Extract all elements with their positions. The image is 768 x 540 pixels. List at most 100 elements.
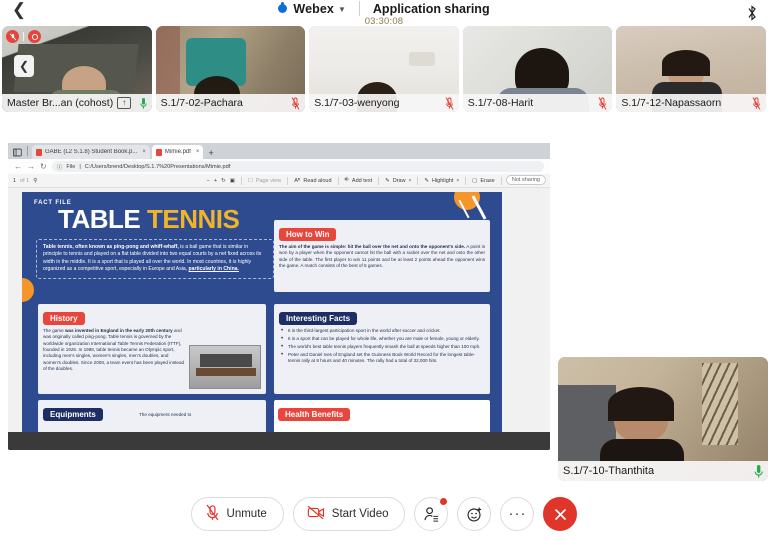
pdf-page: FACT FILE TABLE TENNIS Table tennis, oft…	[8, 188, 550, 432]
poster-title-word2: TENNIS	[146, 204, 240, 234]
draw-chevron-down-icon[interactable]: ▾	[409, 178, 412, 184]
section-body: The equipment needed to	[139, 412, 261, 418]
participant-name: S.1/7-08-Harit	[467, 97, 534, 109]
pdf-viewer-background	[8, 432, 550, 450]
participant-tile[interactable]: S.1/7-03-wenyong	[309, 26, 459, 112]
read-aloud-button[interactable]: Aᴿ Read aloud	[294, 178, 331, 184]
cohost-badge: ↑	[117, 97, 132, 109]
rotate-button[interactable]: ↻	[221, 178, 226, 184]
reaction-smiley-icon	[467, 507, 482, 522]
participant-filmstrip[interactable]: Master Br...an (cohost) ↑ ❮ S.1/7-02-Pac…	[0, 26, 768, 112]
sharing-status-badge[interactable]: Not sharing	[505, 175, 546, 185]
add-text-button[interactable]: ⎆ Add text	[345, 177, 373, 184]
back-chevron-icon[interactable]: ❮	[10, 1, 28, 19]
zoom-in-button[interactable]: +	[214, 178, 217, 184]
self-video-tile[interactable]: S.1/7-10-Thanthita	[558, 357, 768, 481]
erase-button[interactable]: ▢ Erase	[472, 178, 495, 184]
draw-button[interactable]: ✎ Draw ▾	[385, 178, 411, 184]
participant-name: S.1/7-12-Napassaorn	[621, 97, 722, 109]
start-video-button[interactable]: Start Video	[292, 497, 406, 531]
participant-tile[interactable]: Master Br...an (cohost) ↑ ❮	[2, 26, 152, 112]
ball-decoration-left	[22, 278, 34, 302]
video-torso-shape	[600, 439, 684, 461]
new-tab-button[interactable]: +	[205, 148, 216, 159]
back-icon[interactable]: ←	[14, 162, 22, 171]
participants-notification-badge	[439, 497, 449, 506]
bluetooth-icon[interactable]	[745, 4, 759, 21]
forward-icon[interactable]: →	[27, 162, 35, 171]
app-window-icon[interactable]	[10, 145, 24, 159]
section-interesting-facts: Interesting Facts It is the third-larges…	[274, 304, 490, 394]
close-icon[interactable]: ×	[142, 149, 146, 155]
participant-name: S.1/7-10-Thanthita	[563, 465, 655, 477]
muted-all-badge	[6, 30, 19, 43]
page-view-button[interactable]: ☐ Page view	[248, 178, 281, 184]
participants-button[interactable]	[414, 497, 449, 531]
mic-muted-icon	[205, 504, 220, 524]
browser-address-bar[interactable]: ← → ↻ ⓘ File | C:/Users/brend/Desktop/S.…	[8, 159, 550, 174]
browser-tab-active[interactable]: Mimie.pdf ×	[151, 145, 204, 159]
recording-badge	[28, 30, 41, 43]
reactions-button[interactable]	[457, 497, 492, 531]
section-bold-lead: The aim of the game is simple: hit the b…	[279, 244, 466, 249]
search-icon[interactable]: ⚲	[33, 178, 37, 184]
url-divider: |	[79, 163, 81, 170]
reload-icon[interactable]: ↻	[40, 162, 47, 171]
end-call-button[interactable]	[543, 497, 578, 531]
start-video-label: Start Video	[331, 508, 389, 520]
close-icon[interactable]: ×	[196, 149, 200, 155]
chevron-down-icon[interactable]: ▼	[338, 5, 346, 14]
poster-intro-underline: particularly in China.	[188, 266, 239, 273]
fit-page-icon[interactable]: ▣	[230, 178, 235, 184]
browser-tab-strip[interactable]: GABE (L2 S.1.8) Student Book.p... × Mimi…	[8, 143, 550, 159]
section-body-bold: was invented in England in the early 20t…	[64, 328, 173, 333]
shared-content-stage: GABE (L2 S.1.8) Student Book.p... × Mimi…	[0, 112, 768, 500]
pdf-toolbar[interactable]: 1 of 1 ⚲ − + ↻ ▣ ☐ Page view Aᴿ Read alo…	[8, 174, 550, 188]
highlight-button[interactable]: ✎ Highlight ▾	[424, 178, 459, 184]
participants-icon	[424, 506, 439, 522]
mic-muted-icon	[291, 96, 300, 110]
close-x-icon	[555, 508, 566, 520]
read-aloud-label: Read aloud	[303, 177, 332, 184]
poster-intro-bold: Table tennis, often known as ping-pong a…	[43, 244, 179, 250]
tile-name-bar: Master Br...an (cohost) ↑	[2, 94, 152, 112]
draw-icon: ✎	[385, 177, 390, 184]
list-item: It is the third-largest participation sp…	[279, 327, 485, 336]
pdf-page-current[interactable]: 1	[13, 178, 16, 184]
more-options-button[interactable]: ···	[500, 497, 535, 531]
meeting-title-block: Webex ▼ Application sharing 03:30:08	[278, 0, 490, 27]
unmute-label: Unmute	[226, 508, 267, 520]
list-item: It is a sport that can be played for who…	[279, 335, 485, 344]
app-name-label: Webex	[293, 1, 334, 16]
section-heading: Equipments	[43, 408, 103, 421]
highlight-label: Highlight	[431, 177, 454, 184]
tile-name-bar: S.1/7-02-Pachara	[155, 94, 306, 112]
highlight-chevron-down-icon[interactable]: ▾	[456, 178, 459, 184]
video-lattice-shape	[702, 363, 738, 445]
browser-tab-title: Mimie.pdf	[164, 149, 191, 155]
participant-name: S.1/7-02-Pachara	[160, 97, 243, 109]
mic-muted-icon	[598, 96, 607, 110]
section-health-benefits: Health Benefits	[274, 400, 490, 432]
participant-tile[interactable]: S.1/7-12-Napassaorn	[616, 26, 766, 112]
browser-tab[interactable]: GABE (L2 S.1.8) Student Book.p... ×	[32, 145, 150, 159]
tile-name-bar: S.1/7-08-Harit	[462, 94, 613, 112]
participant-tile[interactable]: S.1/7-08-Harit	[462, 26, 613, 112]
screen-title-label: Application sharing	[372, 1, 490, 16]
video-ac-shape	[409, 52, 436, 66]
unmute-button[interactable]: Unmute	[190, 497, 284, 531]
tile-name-bar: S.1/7-03-wenyong	[309, 94, 459, 112]
zoom-out-button[interactable]: −	[207, 178, 210, 184]
url-input[interactable]: ⓘ File | C:/Users/brend/Desktop/S.1.7%20…	[51, 161, 544, 172]
url-text: C:/Users/brend/Desktop/S.1.7%20Presentat…	[84, 163, 231, 170]
draw-label: Draw	[392, 177, 406, 184]
shared-browser-window[interactable]: GABE (L2 S.1.8) Student Book.p... × Mimi…	[8, 143, 550, 450]
poster-infographic: FACT FILE TABLE TENNIS Table tennis, oft…	[22, 192, 502, 432]
video-bg-shape	[155, 26, 180, 96]
poster-intro-box: Table tennis, often known as ping-pong a…	[36, 239, 274, 279]
erase-icon: ▢	[472, 177, 478, 184]
more-horizontal-icon: ···	[508, 505, 527, 522]
mic-muted-icon	[445, 96, 454, 110]
participant-tile[interactable]: S.1/7-02-Pachara	[155, 26, 306, 112]
filmstrip-scroll-left-button[interactable]: ❮	[14, 55, 34, 77]
